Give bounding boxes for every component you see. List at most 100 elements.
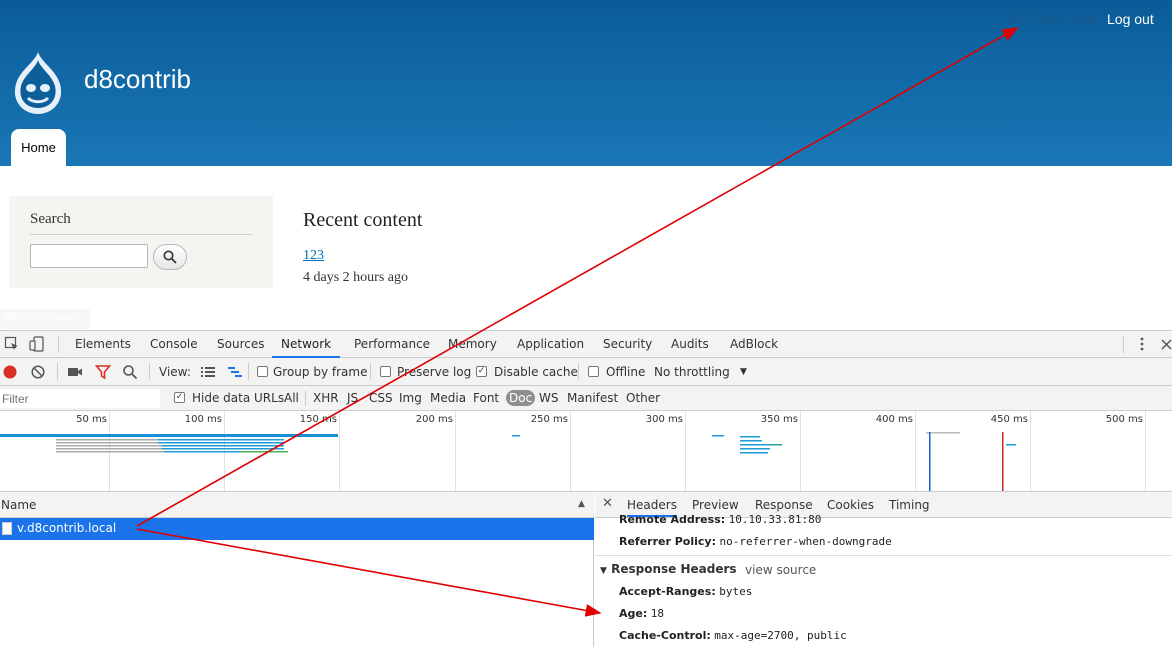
divider — [248, 363, 249, 380]
group-by-frame-label: Group by frame — [273, 365, 368, 379]
request-list-header: Name ▲ — [0, 492, 594, 518]
filter-type-other[interactable]: Other — [626, 391, 660, 405]
header-name: Accept-Ranges: — [619, 585, 716, 598]
site-header: d8contrib Hi, Fancy User Log out Home — [0, 0, 1172, 166]
tab-response[interactable]: Response — [755, 498, 813, 512]
tab-application[interactable]: Application — [515, 331, 586, 358]
filter-type-font[interactable]: Font — [473, 391, 499, 405]
column-header-name[interactable]: Name — [1, 498, 36, 512]
filter-type-ws[interactable]: WS — [539, 391, 558, 405]
network-timeline-overview[interactable]: 50 ms 100 ms 150 ms 200 ms 250 ms 300 ms… — [0, 411, 1172, 492]
tab-memory[interactable]: Memory — [446, 331, 499, 358]
site-name[interactable]: d8contrib — [84, 64, 191, 95]
divider — [595, 555, 1172, 556]
tab-sources[interactable]: Sources — [215, 331, 266, 358]
timeline-bars — [0, 432, 1016, 491]
recent-content-time: 4 days 2 hours ago — [303, 270, 408, 285]
recent-content-link[interactable]: 123 — [303, 248, 324, 264]
filter-type-doc[interactable]: Doc — [506, 390, 536, 406]
tab-performance[interactable]: Performance — [352, 331, 432, 358]
hide-data-urls-checkbox[interactable]: ✓ — [174, 392, 185, 403]
view-label: View: — [159, 365, 191, 379]
view-source-link[interactable]: view source — [745, 563, 816, 577]
nav-home-tab[interactable]: Home — [11, 129, 66, 166]
header-value: bytes — [719, 585, 753, 598]
hide-data-urls-label: Hide data URLs — [192, 391, 285, 405]
tab-network[interactable]: Network — [272, 331, 341, 358]
search-icon — [163, 250, 177, 264]
tab-cookies[interactable]: Cookies — [827, 498, 874, 512]
search-input[interactable] — [30, 244, 148, 268]
request-list: Name ▲ v.d8contrib.local — [0, 492, 594, 647]
tab-preview[interactable]: Preview — [692, 498, 739, 512]
network-toolbar: View: Group by frame Preserve log ✓ Disa… — [0, 358, 1172, 386]
request-name[interactable]: v.d8contrib.local — [17, 521, 116, 535]
header-value: no-referrer-when-downgrade — [719, 535, 892, 548]
header-name: Cache-Control: — [619, 629, 711, 642]
device-toolbar-icon[interactable] — [29, 336, 45, 352]
search-icon[interactable] — [122, 364, 138, 380]
search-title: Search — [30, 211, 71, 227]
drupal-logo-icon[interactable] — [8, 50, 68, 116]
search-block: Search — [9, 196, 273, 288]
tab-security[interactable]: Security — [601, 331, 654, 358]
filter-icon[interactable] — [95, 364, 111, 380]
tab-elements[interactable]: Elements — [73, 331, 133, 358]
header-name: Age: — [619, 607, 648, 620]
sort-ascending-icon[interactable]: ▲ — [578, 499, 585, 509]
tab-console[interactable]: Console — [148, 331, 200, 358]
preserve-log-checkbox[interactable] — [380, 366, 391, 377]
response-header-row: Age: 18 — [619, 607, 664, 620]
waterfall-overview-icon[interactable] — [227, 364, 243, 380]
filter-bar: ✓ Hide data URLs All XHR JS CSS Img Medi… — [0, 386, 1172, 411]
screenshot-camera-icon[interactable] — [67, 364, 83, 380]
close-icon[interactable]: ✕ — [602, 496, 613, 511]
more-options-icon[interactable] — [1134, 336, 1150, 352]
document-icon — [2, 522, 12, 535]
filter-type-manifest[interactable]: Manifest — [567, 391, 618, 405]
chevron-down-icon[interactable]: ▼ — [740, 367, 747, 377]
clear-icon[interactable] — [30, 364, 46, 380]
inspect-element-icon[interactable] — [4, 336, 20, 352]
divider — [30, 234, 252, 235]
divider — [370, 363, 371, 380]
response-headers-toggle[interactable]: ▼ Response Headers — [600, 562, 737, 576]
search-button[interactable] — [153, 244, 187, 270]
filter-input[interactable] — [0, 389, 160, 408]
response-header-row: Accept-Ranges: bytes — [619, 585, 752, 598]
divider — [305, 391, 306, 406]
url-hover-tooltip: d8contrib.local — [0, 309, 90, 329]
triangle-down-icon: ▼ — [600, 566, 607, 576]
filter-type-js[interactable]: JS — [347, 391, 358, 405]
tab-timing[interactable]: Timing — [889, 498, 930, 512]
response-header-row: Cache-Control: max-age=2700, public — [619, 629, 847, 642]
divider — [1123, 336, 1124, 353]
logout-link[interactable]: Log out — [1107, 11, 1154, 27]
filter-type-css[interactable]: CSS — [369, 391, 393, 405]
group-by-frame-checkbox[interactable] — [257, 366, 268, 377]
filter-type-img[interactable]: Img — [399, 391, 422, 405]
disable-cache-checkbox[interactable]: ✓ — [476, 366, 487, 377]
offline-checkbox[interactable] — [588, 366, 599, 377]
referrer-policy-row: Referrer Policy: no-referrer-when-downgr… — [619, 535, 892, 548]
disable-cache-label: Disable cache — [494, 365, 578, 379]
request-row[interactable]: v.d8contrib.local — [0, 518, 594, 540]
tab-adblock[interactable]: AdBlock — [728, 331, 780, 358]
close-devtools-icon[interactable] — [1159, 336, 1172, 352]
large-rows-icon[interactable] — [200, 364, 216, 380]
devtools-panel: Elements Console Sources Network Perform… — [0, 330, 1172, 647]
filter-type-media[interactable]: Media — [430, 391, 466, 405]
filter-type-all[interactable]: All — [284, 391, 299, 405]
user-greeting[interactable]: Hi, Fancy User — [1007, 11, 1100, 27]
header-name: Remote Address: — [619, 513, 726, 526]
recent-content-title: Recent content — [303, 209, 423, 231]
response-headers-label: Response Headers — [611, 562, 737, 576]
divider — [57, 363, 58, 380]
divider — [578, 363, 579, 380]
request-detail-panel: ✕ Headers Preview Response Cookies Timin… — [595, 492, 1172, 647]
throttling-select[interactable]: No throttling — [654, 365, 730, 379]
tab-audits[interactable]: Audits — [669, 331, 711, 358]
filter-type-xhr[interactable]: XHR — [313, 391, 339, 405]
divider — [58, 336, 59, 353]
record-icon[interactable] — [2, 364, 18, 380]
